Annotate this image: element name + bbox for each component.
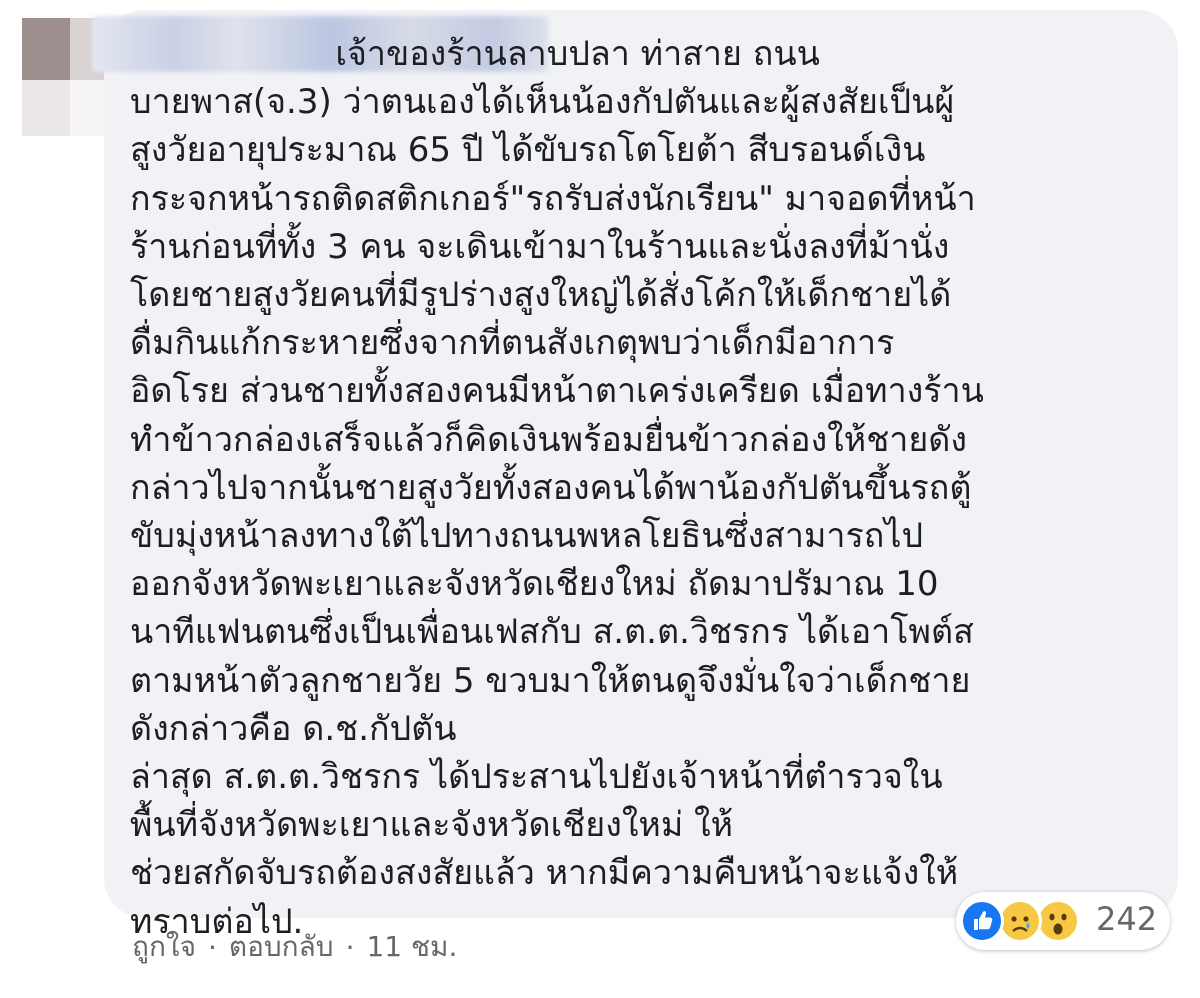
comment-line: อิดโรย ส่วนชายทั้งสองคนมีหน้าตาเคร่งเครี… (130, 371, 984, 412)
reaction-count: 242 (1096, 900, 1158, 938)
comment-line: ร้านก่อนที่ทั้ง 3 คน จะเดินเข้ามาในร้านแ… (130, 226, 950, 267)
comment-line: กล่าวไปจากนั้นชายสูงวัยทั้งสองคนได้พาน้อ… (130, 467, 972, 508)
comment-line: นาทีแฟนตนซึ่งเป็นเพื่อนเฟสกับ ส.ต.ต.วิชร… (130, 612, 974, 653)
comment-line: ออกจังหวัดพะเยาและจังหวัดเชียงใหม่ ถัดมา… (130, 564, 939, 605)
comment-line: โดยชายสูงวัยคนที่มีรูปร่างสูงใหญ่ได้สั่ง… (130, 275, 952, 316)
separator: · (207, 930, 217, 964)
sad-icon (998, 899, 1042, 943)
comment-line: เจ้าของร้านลาบปลา ท่าสาย ถนน (130, 34, 820, 74)
wow-icon (1036, 899, 1080, 943)
timestamp-link[interactable]: 11 ชม. (366, 925, 457, 969)
comment-line: ดังกล่าวคือ ด.ช.กัปตัน (130, 708, 457, 749)
comment-line: ดื่มกินแก้กระหายซึ่งจากที่ตนสังเกตุพบว่า… (130, 323, 895, 364)
comment-line: บายพาส(จ.3) ว่าตนเองได้เห็นน้องกัปตันและ… (130, 82, 955, 123)
reply-link[interactable]: ตอบกลับ (229, 925, 334, 969)
comment-line: สูงวัยอายุประมาณ 65 ปี ได้ขับรถโตโยต้า ส… (130, 130, 926, 171)
comment-actions: ถูกใจ · ตอบกลับ · 11 ชม. (132, 922, 457, 972)
like-link[interactable]: ถูกใจ (132, 925, 196, 969)
comment-line: ทำข้าวกล่องเสร็จแล้วก็คิดเงินพร้อมยื่นข้… (130, 419, 967, 460)
comment-line: พื้นที่จังหวัดพะเยาและจังหวัดเชียงใหม่ ใ… (130, 805, 734, 846)
like-icon (960, 899, 1004, 943)
separator: · (345, 930, 355, 964)
reaction-summary[interactable]: 242 (956, 892, 1170, 950)
comment-line: ขับมุ่งหน้าลงทางใต้ไปทางถนนพหลโยธินซึ่งส… (130, 516, 924, 557)
comment-line: กระจกหน้ารถติดสติกเกอร์"รถรับส่งนักเรียน… (130, 178, 976, 219)
comment-line: ช่วยสกัดจับรถต้องสงสัยแล้ว หากมีความคืบห… (130, 853, 959, 894)
comment-line: ล่าสุด ส.ต.ต.วิชรกร ได้ประสานไปยังเจ้าหน… (130, 757, 943, 798)
comment-line: ตามหน้าตัวลูกชายวัย 5 ขวบมาให้ตนดูจึงมั่… (130, 660, 971, 701)
comment-text: เจ้าของร้านลาบปลา ท่าสาย ถนน บายพาส(จ.3)… (130, 30, 1140, 946)
